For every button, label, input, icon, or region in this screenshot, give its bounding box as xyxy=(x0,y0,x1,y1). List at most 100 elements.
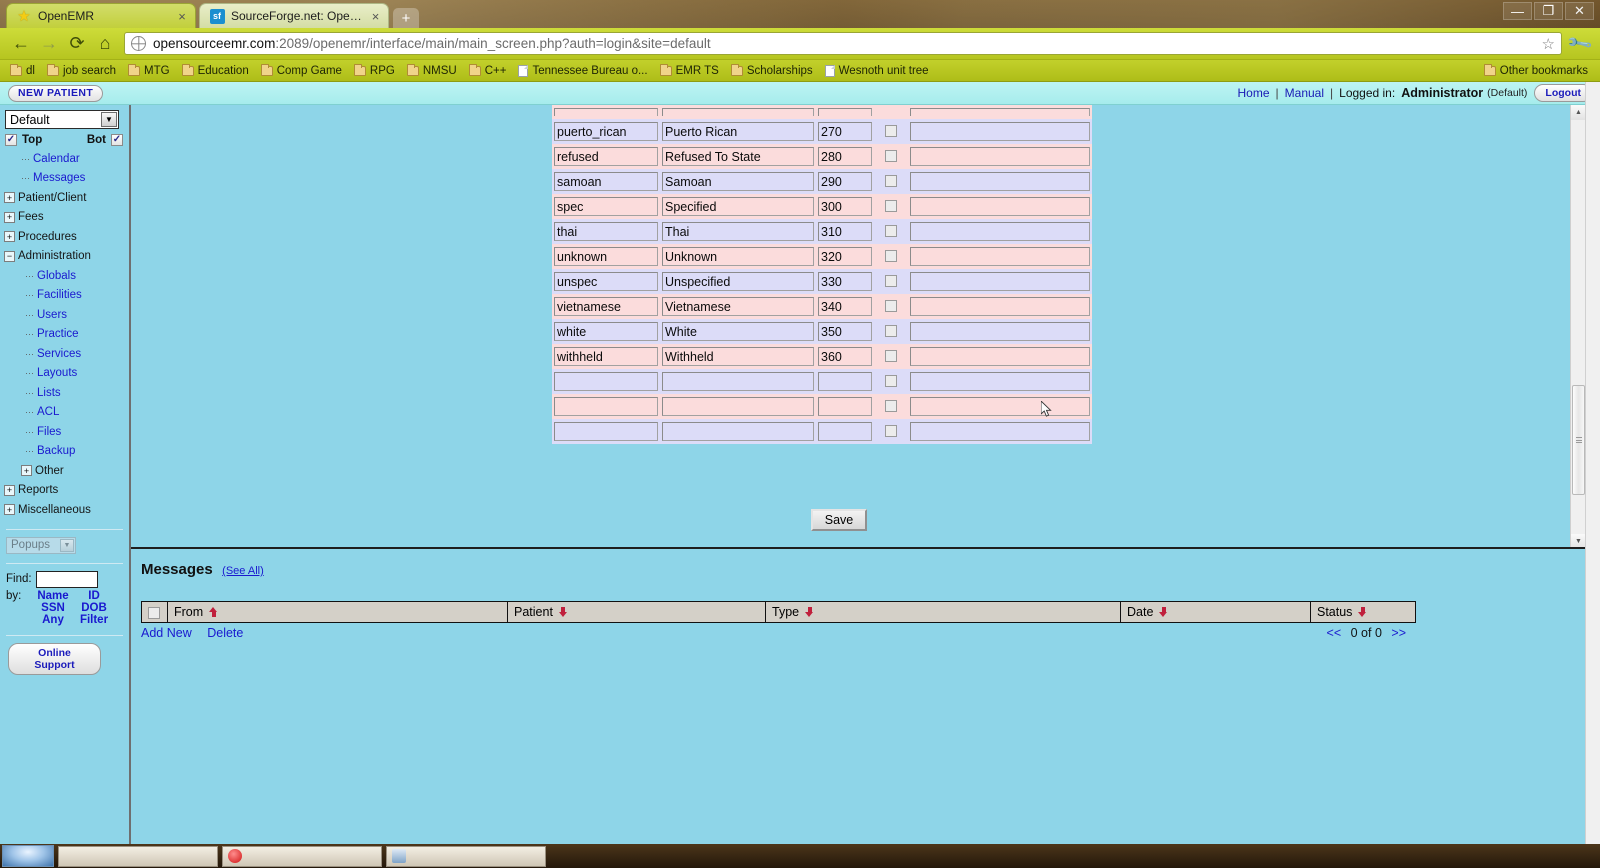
new-patient-button[interactable]: NEW PATIENT xyxy=(8,85,103,102)
sidebar-item-layouts[interactable]: ···Layouts xyxy=(4,364,125,384)
home-link[interactable]: Home xyxy=(1238,86,1270,100)
column-header-from[interactable]: From xyxy=(168,602,508,623)
sidebar-item-backup[interactable]: ···Backup xyxy=(4,442,125,462)
list-notes-input[interactable] xyxy=(910,172,1090,191)
list-default-checkbox[interactable] xyxy=(885,300,897,312)
list-notes-input[interactable] xyxy=(910,422,1090,441)
list-default-checkbox[interactable] xyxy=(885,425,897,437)
chevron-down-icon[interactable]: ▼ xyxy=(60,539,74,552)
sidebar-item-calendar[interactable]: ···Calendar xyxy=(4,149,125,169)
table-row[interactable]: white White 350 xyxy=(552,319,1092,344)
manual-link[interactable]: Manual xyxy=(1285,86,1324,100)
find-by-dob[interactable]: DOB xyxy=(74,602,114,614)
table-row[interactable]: puerto_rican Puerto Rican 270 xyxy=(552,119,1092,144)
see-all-link[interactable]: (See All) xyxy=(222,565,264,577)
back-icon[interactable]: ← xyxy=(8,31,34,57)
list-id-input[interactable]: samoan xyxy=(554,172,658,191)
list-id-input[interactable]: thai xyxy=(554,222,658,241)
bookmark-rpg[interactable]: RPG xyxy=(348,61,401,81)
sort-descending-icon[interactable] xyxy=(559,607,568,617)
list-id-input[interactable] xyxy=(554,397,658,416)
wrench-icon[interactable]: 🔧 xyxy=(1563,27,1596,60)
expand-icon[interactable]: + xyxy=(21,465,32,476)
scrollbar-thumb[interactable] xyxy=(1572,385,1585,495)
theme-select[interactable]: Default ▼ xyxy=(5,110,119,129)
sidebar-item-users[interactable]: ···Users xyxy=(4,305,125,325)
list-notes-input[interactable] xyxy=(910,297,1090,316)
taskbar-item[interactable] xyxy=(386,846,546,867)
list-id-input[interactable]: unknown xyxy=(554,247,658,266)
list-notes-input[interactable] xyxy=(910,397,1090,416)
tab-openemr[interactable]: ★ OpenEMR × xyxy=(6,3,196,28)
list-notes-input[interactable] xyxy=(910,122,1090,141)
list-order-input[interactable]: 320 xyxy=(818,247,872,266)
table-row[interactable]: unspec Unspecified 330 xyxy=(552,269,1092,294)
bookmark-emr-ts[interactable]: EMR TS xyxy=(654,61,725,81)
list-title-input[interactable] xyxy=(662,422,814,441)
sort-ascending-icon[interactable] xyxy=(209,607,218,617)
list-order-input[interactable] xyxy=(818,422,872,441)
popups-select[interactable]: Popups ▼ xyxy=(6,537,76,554)
top-checkbox[interactable]: ✓ xyxy=(5,134,17,146)
sidebar-item-patient-client[interactable]: +Patient/Client xyxy=(4,188,125,208)
minimize-icon[interactable]: — xyxy=(1503,2,1532,20)
list-title-input[interactable]: Puerto Rican xyxy=(662,122,814,141)
table-row[interactable]: samoan Samoan 290 xyxy=(552,169,1092,194)
sidebar-item-administration[interactable]: −Administration xyxy=(4,247,125,267)
start-button[interactable] xyxy=(2,845,54,867)
list-id-input[interactable] xyxy=(554,422,658,441)
table-row[interactable]: thai Thai 310 xyxy=(552,219,1092,244)
taskbar-item[interactable] xyxy=(222,846,382,867)
list-order-input[interactable] xyxy=(818,397,872,416)
table-row[interactable]: refused Refused To State 280 xyxy=(552,144,1092,169)
list-order-input[interactable]: 300 xyxy=(818,197,872,216)
reload-icon[interactable]: ⟳ xyxy=(64,31,90,57)
list-title-input[interactable]: Withheld xyxy=(662,347,814,366)
other-bookmarks[interactable]: Other bookmarks xyxy=(1478,61,1594,81)
expand-icon[interactable]: + xyxy=(4,485,15,496)
list-title-input[interactable]: Unspecified xyxy=(662,272,814,291)
list-default-checkbox[interactable] xyxy=(885,175,897,187)
find-by-any[interactable]: Any xyxy=(32,614,74,626)
bookmark-scholarships[interactable]: Scholarships xyxy=(725,61,819,81)
list-order-input[interactable]: 280 xyxy=(818,147,872,166)
list-default-checkbox[interactable] xyxy=(885,325,897,337)
column-header-status[interactable]: Status xyxy=(1311,602,1416,623)
list-default-checkbox[interactable] xyxy=(885,150,897,162)
sidebar-item-acl[interactable]: ···ACL xyxy=(4,403,125,423)
bookmark-cpp[interactable]: C++ xyxy=(463,61,513,81)
delete-link[interactable]: Delete xyxy=(207,626,243,640)
forward-icon[interactable]: → xyxy=(36,31,62,57)
list-id-input[interactable]: vietnamese xyxy=(554,297,658,316)
list-id-input[interactable]: refused xyxy=(554,147,658,166)
list-id-input[interactable] xyxy=(554,372,658,391)
list-title-input[interactable]: Samoan xyxy=(662,172,814,191)
sidebar-item-services[interactable]: ···Services xyxy=(4,344,125,364)
page-scrollbar[interactable] xyxy=(1585,82,1600,866)
pager-prev[interactable]: << xyxy=(1327,626,1342,640)
sidebar-item-other[interactable]: +Other xyxy=(4,461,125,481)
bookmark-mtg[interactable]: MTG xyxy=(122,61,176,81)
sort-descending-icon[interactable] xyxy=(805,607,814,617)
chevron-down-icon[interactable]: ▼ xyxy=(101,112,117,127)
bot-checkbox[interactable]: ✓ xyxy=(111,134,123,146)
list-default-checkbox[interactable] xyxy=(885,275,897,287)
list-id-input[interactable]: spec xyxy=(554,197,658,216)
list-title-input[interactable]: Specified xyxy=(662,197,814,216)
expand-icon[interactable]: + xyxy=(4,212,15,223)
list-notes-input[interactable] xyxy=(910,197,1090,216)
new-tab-button[interactable]: + xyxy=(393,8,419,28)
find-by-ssn[interactable]: SSN xyxy=(32,602,74,614)
sidebar-item-practice[interactable]: ···Practice xyxy=(4,325,125,345)
list-notes-input[interactable] xyxy=(910,347,1090,366)
list-notes-input[interactable] xyxy=(910,222,1090,241)
bookmark-dl[interactable]: dl xyxy=(4,61,41,81)
list-title-input[interactable]: White xyxy=(662,322,814,341)
sidebar-item-procedures[interactable]: +Procedures xyxy=(4,227,125,247)
tab-close-icon[interactable]: × xyxy=(369,9,382,24)
sidebar-item-files[interactable]: ···Files xyxy=(4,422,125,442)
sidebar-item-lists[interactable]: ···Lists xyxy=(4,383,125,403)
online-support-button[interactable]: Online Support xyxy=(8,643,101,675)
list-notes-input[interactable] xyxy=(910,372,1090,391)
sort-descending-icon[interactable] xyxy=(1159,607,1168,617)
